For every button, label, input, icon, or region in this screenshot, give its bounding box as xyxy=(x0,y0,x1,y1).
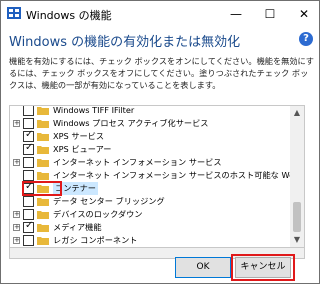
expand-icon[interactable]: + xyxy=(13,120,20,127)
feature-label: Windows TIFF IFilter xyxy=(53,105,135,115)
feature-checkbox[interactable] xyxy=(23,209,34,220)
expand-icon[interactable]: + xyxy=(13,159,20,166)
folder-icon xyxy=(37,172,49,180)
scroll-thumb[interactable] xyxy=(293,202,301,232)
feature-row[interactable]: + メディア機能 xyxy=(10,220,292,234)
feature-label: データ センター ブリッジング xyxy=(53,196,165,206)
feature-row[interactable]: Windows TIFF IFilter xyxy=(10,105,292,117)
close-button[interactable]: ✕ xyxy=(287,1,320,27)
feature-checkbox[interactable] xyxy=(23,170,34,181)
expand-icon[interactable]: + xyxy=(13,224,20,231)
feature-row[interactable]: + レガシ コンポーネント xyxy=(10,234,292,247)
expand-icon[interactable]: + xyxy=(13,237,20,244)
feature-row[interactable]: データ センター ブリッジング xyxy=(10,195,292,208)
feature-checkbox[interactable] xyxy=(23,235,34,246)
feature-row[interactable]: XPS ビューアー xyxy=(10,142,292,156)
feature-label: インターネット インフォメーション サービス xyxy=(53,157,222,167)
folder-icon xyxy=(37,133,49,141)
folder-icon xyxy=(37,211,49,219)
dialog-content: Windows の機能の有効化または無効化 ? 機能を有効にするには、チェック … xyxy=(1,27,319,283)
folder-icon xyxy=(37,107,49,115)
folder-icon xyxy=(37,237,49,245)
expand-icon[interactable]: + xyxy=(13,211,20,218)
folder-icon xyxy=(37,198,49,206)
feature-row[interactable]: コンテナー xyxy=(10,181,292,196)
folder-icon xyxy=(37,159,49,167)
ok-button[interactable]: OK xyxy=(175,257,231,278)
page-title: Windows の機能の有効化または無効化 xyxy=(9,35,241,50)
feature-checkbox[interactable] xyxy=(23,118,34,129)
windows-features-icon xyxy=(7,7,21,19)
description-text: 機能を有効にするには、チェック ボックスをオンにしてください。機能を無効にするに… xyxy=(9,56,314,90)
minimize-button[interactable]: — xyxy=(219,1,253,27)
feature-checkbox[interactable] xyxy=(23,157,34,168)
maximize-button[interactable]: ☐ xyxy=(253,1,287,27)
title-bar[interactable]: Windows の機能 — ☐ ✕ xyxy=(1,1,319,27)
scroll-down-icon[interactable]: ▼ xyxy=(290,233,304,247)
heading-row: Windows の機能の有効化または無効化 ? xyxy=(7,31,313,50)
vertical-scrollbar[interactable]: ▲ ▼ xyxy=(290,106,304,247)
folder-icon xyxy=(37,224,49,232)
feature-label: レガシ コンポーネント xyxy=(53,235,138,245)
feature-label: メディア機能 xyxy=(53,222,102,232)
feature-tree[interactable]: Windows TIFF IFilter + Windows プロセス アクティブ化… xyxy=(9,105,305,248)
feature-label: インターネット インフォメーション サービスのホスト可能な Web コア xyxy=(53,170,305,180)
feature-label: XPS ビューアー xyxy=(53,144,112,154)
feature-checkbox[interactable] xyxy=(23,220,34,233)
folder-icon xyxy=(37,120,49,128)
feature-label: デバイスのロックダウン xyxy=(53,209,143,219)
feature-checkbox[interactable] xyxy=(23,142,34,155)
window-title: Windows の機能 xyxy=(26,9,112,22)
feature-row[interactable]: XPS サービス xyxy=(10,129,292,143)
windows-features-dialog: Windows の機能 — ☐ ✕ Windows の機能の有効化または無効化 … xyxy=(0,0,320,284)
feature-checkbox[interactable] xyxy=(23,196,34,207)
feature-list: Windows TIFF IFilter + Windows プロセス アクティブ化… xyxy=(10,105,304,247)
selection-highlight-box xyxy=(22,181,62,196)
feature-checkbox[interactable] xyxy=(23,129,34,142)
feature-label: XPS サービス xyxy=(53,131,105,141)
feature-row[interactable]: + デバイスのロックダウン xyxy=(10,208,292,221)
folder-icon xyxy=(37,146,49,154)
feature-row[interactable]: + インターネット インフォメーション サービス xyxy=(10,156,292,169)
feature-label: Windows プロセス アクティブ化サービス xyxy=(53,118,209,128)
scroll-up-icon[interactable]: ▲ xyxy=(290,106,304,120)
feature-checkbox[interactable] xyxy=(23,106,34,116)
feature-row[interactable]: + Windows プロセス アクティブ化サービス xyxy=(10,117,292,130)
cancel-button[interactable]: キャンセル xyxy=(235,257,291,278)
help-icon[interactable]: ? xyxy=(299,32,313,46)
